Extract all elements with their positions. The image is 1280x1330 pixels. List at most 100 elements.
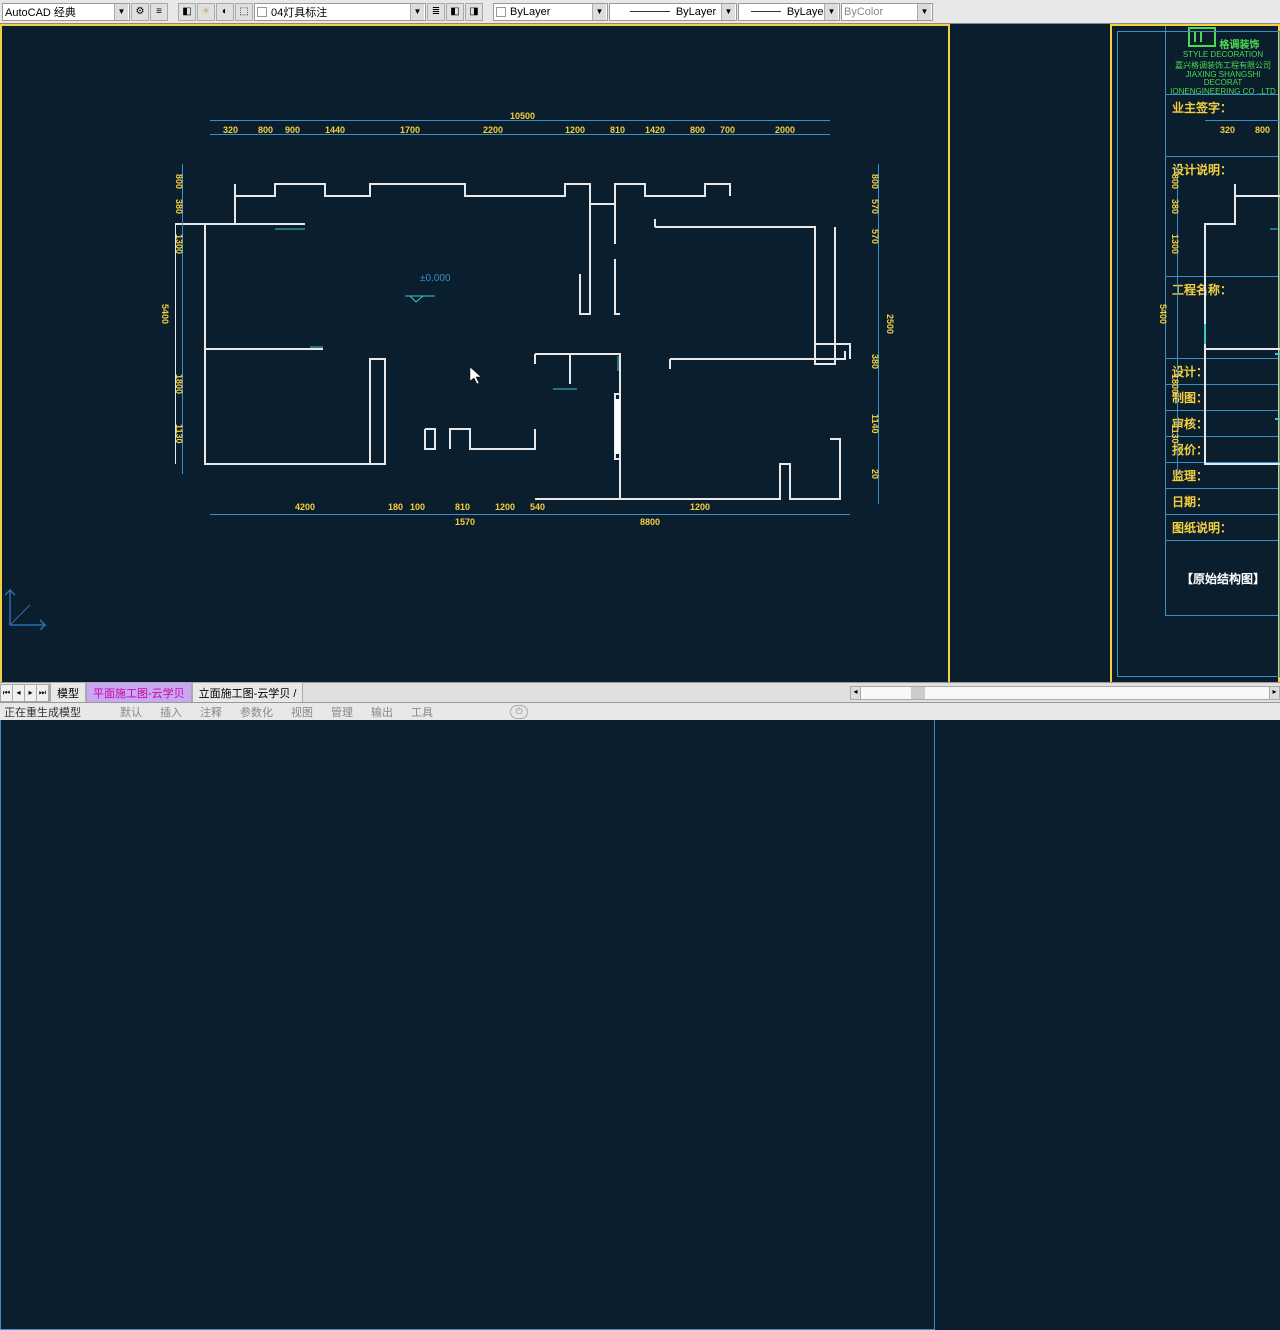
dim-b3: 810	[455, 502, 470, 512]
scroll-left-button[interactable]: ◂	[851, 687, 861, 699]
dropdown-arrow-icon: ▼	[592, 4, 606, 20]
scroll-right-button[interactable]: ▸	[1269, 687, 1279, 699]
tab-last-button[interactable]: ⏭	[37, 685, 49, 701]
dim-t0: 320	[223, 125, 238, 135]
dim-t9: 800	[690, 125, 705, 135]
menu-default[interactable]: 默认	[120, 704, 142, 720]
tab-first-button[interactable]: ⏮	[1, 685, 13, 701]
horizontal-scrollbar[interactable]: ◂ ▸	[850, 686, 1280, 700]
dim2-l1: 380	[1170, 199, 1180, 214]
dim-t10: 700	[720, 125, 735, 135]
dim-r2: 570	[870, 229, 880, 244]
dim-l4: 1800	[174, 374, 184, 394]
dim-b4: 1200	[495, 502, 515, 512]
dim-t2: 900	[285, 125, 300, 135]
toolbar-layer-btn3[interactable]: ◨	[465, 3, 483, 21]
dim-r4: 380	[870, 354, 880, 369]
layout-tabs-bar: ⏮ ◂ ▸ ⏭ 模型 平面施工图-云学贝 立面施工图-云学贝 / ◂ ▸	[0, 682, 1280, 702]
level-marker-text: ±0.000	[420, 273, 451, 284]
linetype-label: ByLayer	[676, 6, 716, 18]
plotstyle-dropdown[interactable]: ByColor ▼	[841, 3, 933, 21]
drawing-canvas[interactable]: 格调装饰 STYLE DECORATION 嘉兴格调装饰工程有限公司 JIAXI…	[0, 24, 1280, 680]
color-swatch	[496, 7, 506, 17]
dim-t11: 2000	[775, 125, 795, 135]
dim-l1: 380	[174, 199, 184, 214]
layer-label: 04灯具标注	[271, 4, 327, 20]
dim2-l4: 1800	[1170, 374, 1180, 394]
menu-tools[interactable]: 工具	[411, 704, 433, 720]
dim-b8: 8800	[640, 517, 660, 527]
dim-r5: 1140	[870, 414, 880, 434]
menu-view[interactable]: 视图	[291, 704, 313, 720]
dim-r3: 2500	[885, 314, 895, 334]
main-toolbar: AutoCAD 经典 ▼ ⚙ ≡ ◧ ☀ ◐ ⬚ 04灯具标注 ▼ ≣ ◧ ◨ …	[0, 0, 1280, 24]
dim-b5: 540	[530, 502, 545, 512]
scroll-thumb[interactable]	[911, 687, 925, 699]
toolbar-settings-icon[interactable]: ⚙	[131, 3, 149, 21]
dim-line-bottom	[210, 514, 850, 515]
color-dropdown[interactable]: ByLayer ▼	[493, 3, 608, 21]
dropdown-arrow-icon: ▼	[410, 4, 424, 20]
dim-b1: 180	[388, 502, 403, 512]
tab-plan-label: 平面施工图-云学贝	[93, 688, 185, 700]
dim2-l5: 1130	[1170, 424, 1180, 444]
dim2-l2: 1300	[1170, 234, 1180, 254]
second-drawing-preview: 320 800 800 380 1300 5400 1800 1130	[1110, 24, 1280, 684]
dim-line-right	[878, 164, 879, 504]
toolbar-layer-btn2[interactable]: ◧	[446, 3, 464, 21]
ribbon-menu: 默认 插入 注释 参数化 视图 管理 输出 工具	[120, 704, 433, 720]
dim-t6: 1200	[565, 125, 585, 135]
toolbar-props-icon[interactable]: ≡	[150, 3, 168, 21]
dim-t8: 1420	[645, 125, 665, 135]
menu-annotate[interactable]: 注释	[200, 704, 222, 720]
dim-t7: 810	[610, 125, 625, 135]
menu-output[interactable]: 输出	[371, 704, 393, 720]
dim-l2: 1300	[174, 234, 184, 254]
layer-color-swatch	[257, 7, 267, 17]
lineweight-preview	[751, 11, 781, 12]
dropdown-arrow-icon: ▼	[824, 4, 838, 20]
linetype-dropdown[interactable]: ByLayer ▼	[609, 3, 737, 21]
workspace-dropdown[interactable]: AutoCAD 经典 ▼	[2, 3, 130, 21]
dim-t4: 1700	[400, 125, 420, 135]
menu-insert[interactable]: 插入	[160, 704, 182, 720]
dim-t3: 1440	[325, 125, 345, 135]
dim-t1: 800	[258, 125, 273, 135]
dim-b0: 4200	[295, 502, 315, 512]
command-line[interactable]: 正在重生成模型 默认 插入 注释 参数化 视图 管理 输出 工具 ⏻	[0, 702, 1280, 720]
workspace-label: AutoCAD 经典	[5, 4, 76, 20]
layer-dropdown[interactable]: 04灯具标注 ▼	[254, 3, 426, 21]
dim-line-top	[210, 120, 830, 121]
dim-l0: 800	[174, 174, 184, 189]
tab-model-label: 模型	[57, 688, 79, 700]
tab-next-button[interactable]: ▸	[25, 685, 37, 701]
dim-r6: 20	[870, 469, 880, 479]
dim-line-top2	[210, 134, 830, 135]
plotstyle-label: ByColor	[844, 6, 883, 18]
power-icon[interactable]: ⏻	[510, 705, 528, 719]
dim-r0: 800	[870, 174, 880, 189]
toolbar-layer-icon3[interactable]: ◐	[216, 3, 234, 21]
dropdown-arrow-icon: ▼	[721, 4, 735, 20]
toolbar-layer-btn1[interactable]: ≣	[427, 3, 445, 21]
lineweight-dropdown[interactable]: ByLayer ▼	[738, 3, 840, 21]
ucs-icon	[5, 585, 50, 630]
color-label: ByLayer	[510, 6, 550, 18]
drawing-frame-inner: 格调装饰 STYLE DECORATION 嘉兴格调装饰工程有限公司 JIAXI…	[0, 684, 935, 1330]
dropdown-arrow-icon: ▼	[917, 4, 931, 20]
floor-plan	[175, 164, 875, 504]
dim2-l0: 800	[1170, 174, 1180, 189]
dim-l3: 5400	[160, 304, 170, 324]
status-text: 正在重生成模型	[4, 704, 81, 720]
toolbar-layer-icon1[interactable]: ◧	[178, 3, 196, 21]
tab-plan[interactable]: 平面施工图-云学贝	[86, 682, 192, 703]
dim2-t0: 320	[1220, 125, 1235, 135]
tab-model[interactable]: 模型	[50, 682, 86, 703]
lineweight-label: ByLayer	[787, 6, 827, 18]
tab-prev-button[interactable]: ◂	[13, 685, 25, 701]
toolbar-layer-icon2[interactable]: ☀	[197, 3, 215, 21]
menu-param[interactable]: 参数化	[240, 704, 273, 720]
tab-elevation[interactable]: 立面施工图-云学贝 /	[192, 682, 304, 703]
toolbar-layer-icon4[interactable]: ⬚	[235, 3, 253, 21]
menu-manage[interactable]: 管理	[331, 704, 353, 720]
